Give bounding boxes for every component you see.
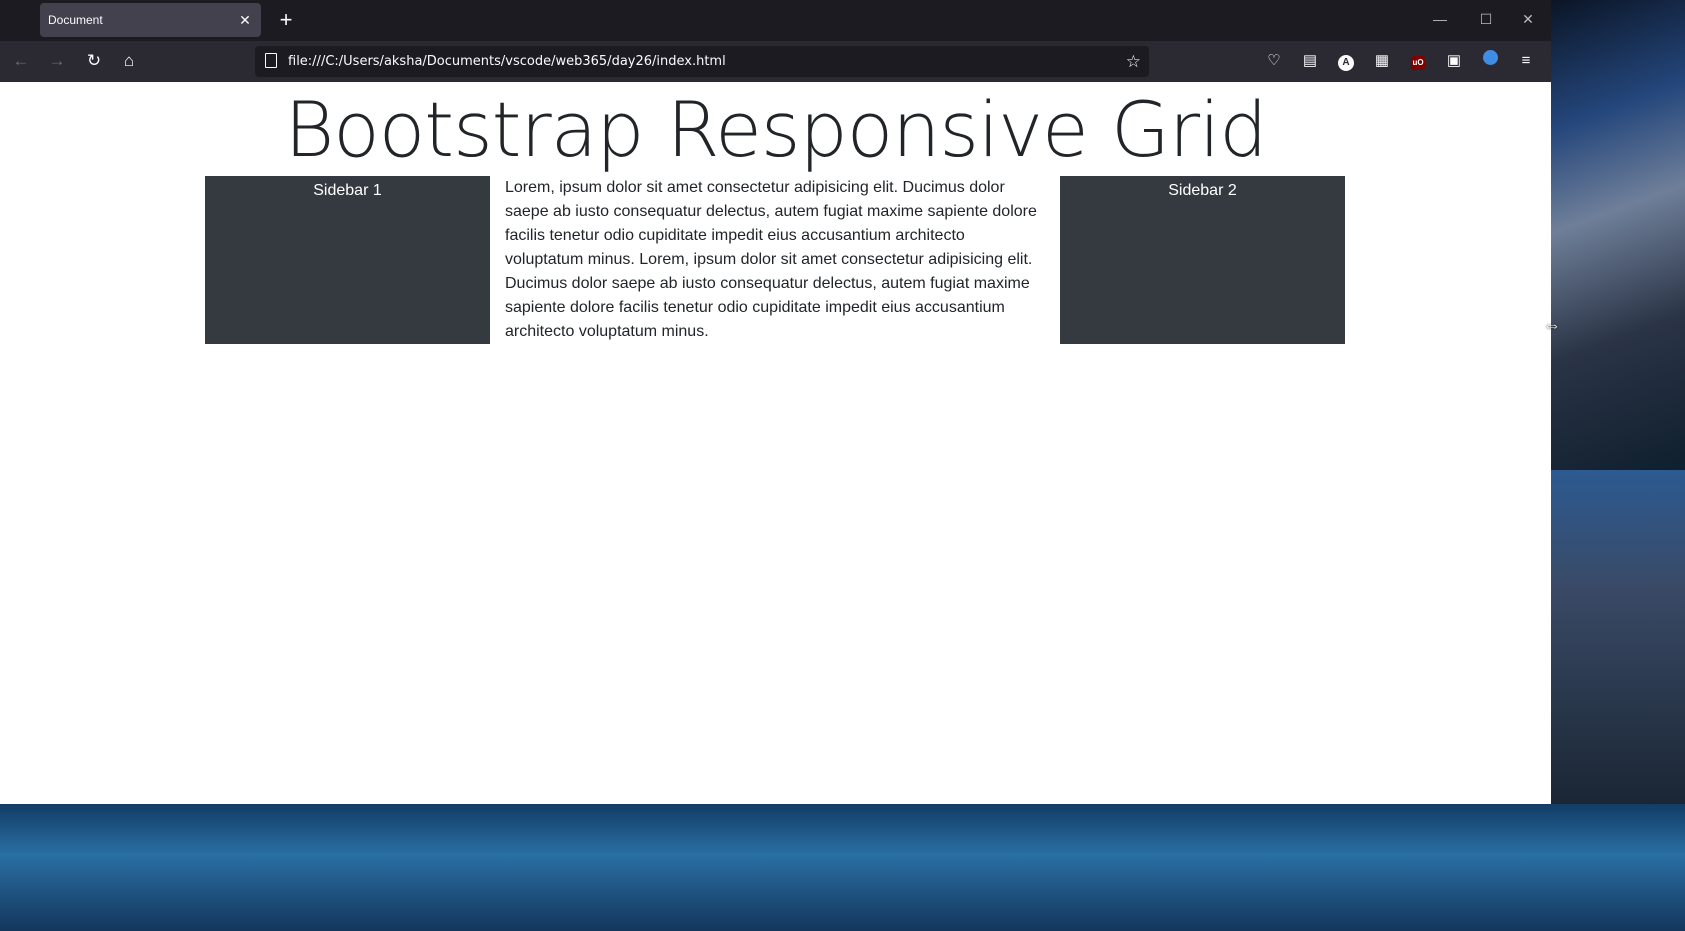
extension-blue-icon[interactable]	[1477, 48, 1503, 74]
reader-view-icon[interactable]: ▤	[1297, 48, 1323, 74]
navigation-toolbar: ← → ↻ ⌂ file:///C:/Users/aksha/Documents…	[0, 41, 1551, 82]
address-bar[interactable]: file:///C:/Users/aksha/Documents/vscode/…	[255, 46, 1149, 77]
ublock-label: uO	[1411, 56, 1425, 70]
minimize-button[interactable]: —	[1417, 0, 1463, 38]
browser-window: Document ✕ + — ☐ ✕ ← → ↻ ⌂ file:///C:/Us…	[0, 0, 1551, 804]
menu-icon[interactable]: ≡	[1513, 48, 1539, 74]
resize-cursor-icon: ⇔	[1543, 315, 1561, 335]
reload-button[interactable]: ↻	[80, 47, 108, 75]
tab-title: Document	[48, 13, 103, 27]
wallpaper-lake	[1551, 470, 1685, 805]
bookmark-star-icon[interactable]: ☆	[1126, 46, 1141, 77]
account-icon[interactable]: A	[1333, 48, 1359, 74]
extensions-icon[interactable]: ▦	[1369, 48, 1395, 74]
page-title: Bootstrap Responsive Grid	[284, 85, 1268, 174]
page-content: Bootstrap Responsive Grid Sidebar 1 Lore…	[0, 82, 1551, 804]
tab-document[interactable]: Document ✕	[40, 3, 261, 37]
pocket-icon[interactable]: ♡	[1261, 48, 1287, 74]
back-button[interactable]: ←	[7, 47, 35, 75]
container-icon[interactable]: ▣	[1441, 48, 1467, 74]
sidebar-1-label: Sidebar 1	[313, 182, 382, 199]
new-tab-button[interactable]: +	[272, 6, 300, 34]
tab-close-icon[interactable]: ✕	[235, 12, 255, 29]
wallpaper-bottom	[0, 804, 1685, 931]
home-button[interactable]: ⌂	[115, 47, 143, 75]
close-window-button[interactable]: ✕	[1505, 0, 1551, 38]
sidebar-2-label: Sidebar 2	[1168, 182, 1237, 199]
main-content-text: Lorem, ipsum dolor sit amet consectetur …	[505, 179, 1037, 340]
forward-button[interactable]: →	[43, 47, 71, 75]
sidebar-2: Sidebar 2	[1060, 176, 1345, 344]
wallpaper-mountain	[1551, 0, 1685, 470]
account-letter: A	[1338, 55, 1354, 71]
tab-bar: Document ✕ + — ☐ ✕	[0, 0, 1551, 41]
url-text[interactable]: file:///C:/Users/aksha/Documents/vscode/…	[288, 46, 726, 77]
page-icon	[265, 53, 277, 68]
sidebar-1: Sidebar 1	[205, 176, 490, 344]
ublock-icon[interactable]: uO	[1405, 48, 1431, 74]
maximize-button[interactable]: ☐	[1463, 0, 1509, 38]
